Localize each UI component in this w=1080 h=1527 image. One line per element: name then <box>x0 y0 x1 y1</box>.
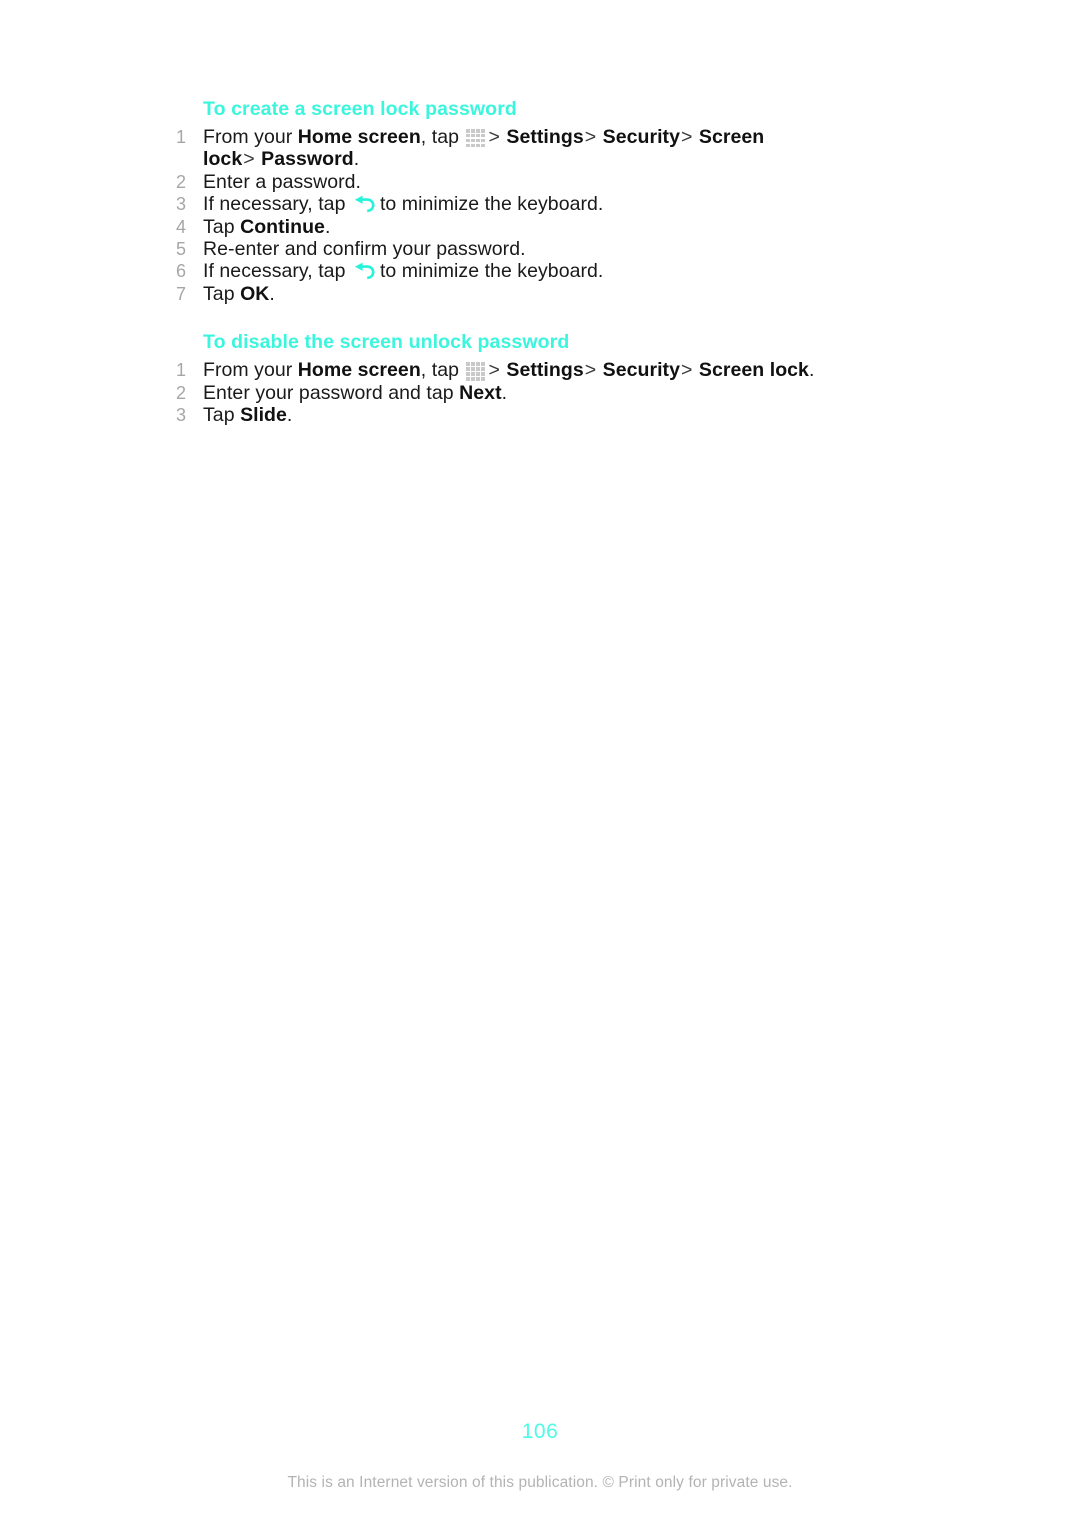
step-item: 1 From your Home screen, tap > Settings> … <box>176 359 816 381</box>
step-item: 6 If necessary, tap to minimize the keybo… <box>176 260 816 282</box>
ui-term: Security <box>602 359 680 382</box>
page-number: 106 <box>521 1420 559 1443</box>
path-separator: > <box>584 126 597 148</box>
path-separator: > <box>681 126 693 148</box>
ui-term: Settings <box>506 359 584 382</box>
step-text-run: Tap <box>203 404 241 427</box>
app-grid-icon <box>466 362 485 381</box>
procedure-section: To disable the screen unlock password 1 Fr… <box>176 329 816 426</box>
ui-term: Home screen <box>297 359 421 382</box>
path-separator: > <box>488 126 500 148</box>
step-text: Enter a password. <box>203 171 816 193</box>
procedure-section: To create a screen lock password 1 From yo… <box>176 96 816 305</box>
step-text: Tap Continue. <box>203 216 816 238</box>
ui-term: Password <box>261 148 354 171</box>
step-text-run: From your <box>203 359 298 382</box>
step-number: 3 <box>176 194 187 215</box>
section-heading: To create a screen lock password <box>203 98 517 120</box>
path-separator: > <box>584 359 597 382</box>
step-text: Tap OK. <box>203 283 816 305</box>
step-text-run: to minimize the keyboard. <box>379 260 604 283</box>
step-text: Enter your password and tap Next. <box>203 382 816 404</box>
steps-list: 1 From your Home screen, tap > Settings> … <box>176 126 816 305</box>
step-text-run: . <box>808 359 815 382</box>
step-text-run: . <box>286 404 293 427</box>
page-content: To create a screen lock password 1 From yo… <box>176 96 816 426</box>
step-text-run: Enter a password. <box>203 170 362 193</box>
step-item: 7 Tap OK. <box>176 283 816 305</box>
ui-term: Continue <box>240 215 325 238</box>
step-text: From your Home screen, tap > Settings> S… <box>203 359 816 381</box>
step-text: If necessary, tap to minimize the keyboa… <box>203 193 816 215</box>
step-text-run: Tap <box>203 215 241 238</box>
step-item: 5 Re-enter and confirm your password. <box>176 238 816 260</box>
step-number: 5 <box>176 239 187 260</box>
step-text-run: . <box>353 148 360 171</box>
step-number: 2 <box>176 171 187 192</box>
step-text: Re-enter and confirm your password. <box>203 238 816 260</box>
step-text-run: If necessary, tap <box>203 193 351 216</box>
step-item: 2 Enter a password. <box>176 171 816 193</box>
step-text-run: Tap <box>203 282 241 305</box>
step-text-run: . <box>324 215 331 238</box>
steps-list: 1 From your Home screen, tap > Settings> … <box>176 359 816 426</box>
step-number: 2 <box>176 382 187 403</box>
path-separator: > <box>488 359 500 382</box>
ui-term: Home screen <box>297 126 421 148</box>
ui-term: Settings <box>506 126 584 148</box>
step-text-run: If necessary, tap <box>203 260 351 283</box>
back-arrow-icon <box>353 195 377 214</box>
step-number: 1 <box>176 360 187 381</box>
ui-term: OK <box>240 282 270 305</box>
step-item: 2 Enter your password and tap Next. <box>176 382 816 404</box>
step-number: 6 <box>176 261 187 282</box>
step-text-run: , tap <box>420 359 465 382</box>
step-text-run: . <box>501 381 508 404</box>
step-text: From your Home screen, tap > Settings> S… <box>203 126 816 171</box>
ui-term: Screen lock <box>698 359 809 382</box>
step-item: 4 Tap Continue. <box>176 216 816 238</box>
step-text-run: Enter your password and tap <box>203 381 460 404</box>
back-arrow-icon <box>353 262 377 281</box>
ui-term: Security <box>602 126 680 148</box>
step-text-run: , tap <box>420 126 465 148</box>
step-text-run: From your <box>203 126 298 148</box>
document-page: To create a screen lock password 1 From yo… <box>0 0 1080 1527</box>
step-number: 7 <box>176 283 187 304</box>
section-heading: To disable the screen unlock password <box>203 331 570 354</box>
step-item: 1 From your Home screen, tap > Settings> … <box>176 126 816 171</box>
step-text-run: to minimize the keyboard. <box>379 193 604 216</box>
step-number: 4 <box>176 216 187 237</box>
step-text-run: . <box>269 282 275 305</box>
ui-term: Next <box>459 381 502 404</box>
footer-note: This is an Internet version of this publ… <box>287 1474 793 1491</box>
step-text-run: Re-enter and confirm your password. <box>203 238 526 261</box>
app-grid-icon <box>466 129 485 148</box>
step-text: Tap Slide. <box>203 404 816 426</box>
step-number: 1 <box>176 127 187 147</box>
path-separator: > <box>681 359 693 382</box>
step-number: 3 <box>176 405 187 426</box>
step-item: 3 If necessary, tap to minimize the keybo… <box>176 193 816 215</box>
ui-term: Slide <box>240 404 287 427</box>
step-item: 3 Tap Slide. <box>176 404 816 426</box>
step-text: If necessary, tap to minimize the keyboa… <box>203 260 816 282</box>
path-separator: > <box>243 148 255 171</box>
